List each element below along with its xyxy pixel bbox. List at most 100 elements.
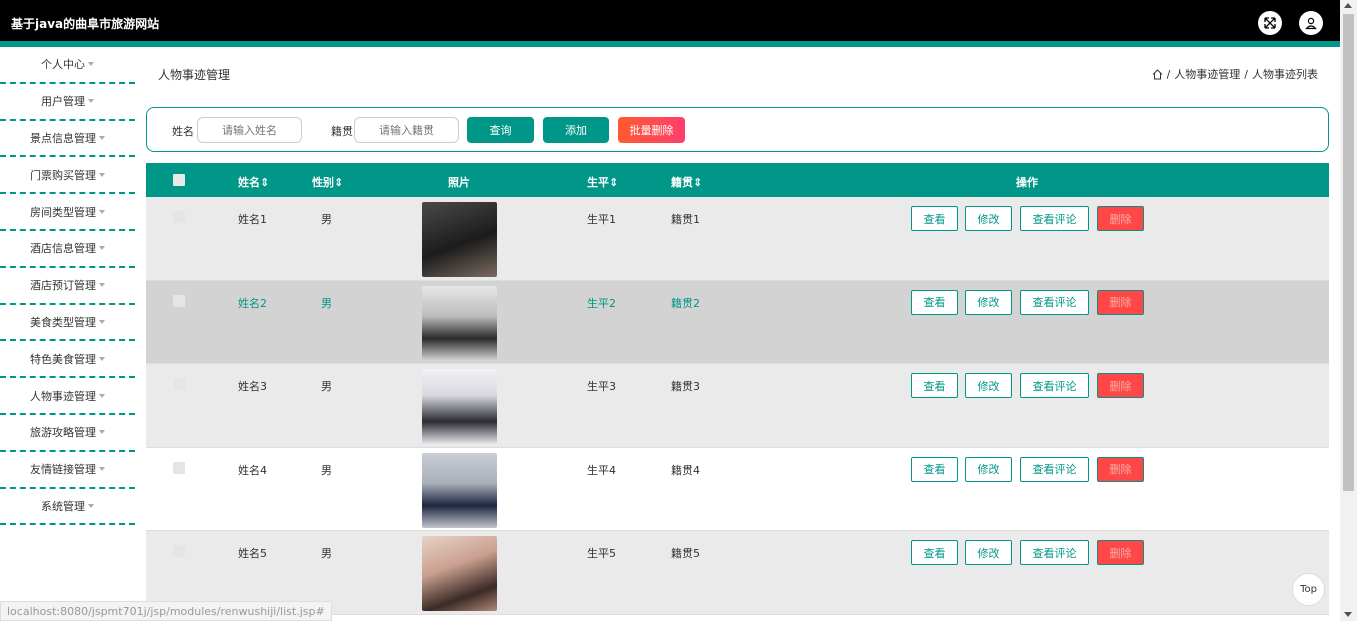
caret-down-icon	[99, 209, 105, 214]
row-checkbox[interactable]	[173, 461, 185, 474]
person-photo	[422, 202, 497, 277]
edit-button[interactable]: 修改	[965, 373, 1012, 399]
scroll-down-icon[interactable]	[1344, 612, 1352, 617]
view-button[interactable]: 查看	[911, 540, 958, 566]
table-row: 姓名4 男 生平4 籍贯4 查看 修改 查看评论 删除	[146, 447, 1329, 532]
sort-icon: ⇕	[693, 176, 703, 189]
name-label: 姓名	[172, 125, 194, 138]
sidebar-item-travel-guides[interactable]: 旅游攻略管理	[0, 415, 135, 452]
sidebar-item-figures[interactable]: 人物事迹管理	[0, 378, 135, 415]
batch-delete-button[interactable]: 批量删除	[618, 117, 685, 143]
cell-bio: 生平5	[587, 547, 616, 561]
view-comments-button[interactable]: 查看评论	[1020, 289, 1089, 315]
cell-origin: 籍贯5	[671, 547, 700, 561]
row-checkbox[interactable]	[173, 294, 185, 307]
row-checkbox[interactable]	[173, 211, 185, 223]
sidebar-item-label: 特色美食管理	[30, 352, 96, 366]
name-search-input[interactable]	[197, 117, 302, 143]
view-comments-button[interactable]: 查看评论	[1020, 540, 1089, 566]
query-button[interactable]: 查询	[467, 117, 534, 143]
sidebar-item-links[interactable]: 友情链接管理	[0, 452, 135, 489]
sort-icon: ⇕	[260, 176, 270, 189]
sidebar-item-label: 系统管理	[41, 499, 85, 513]
header-accent-bar	[0, 41, 1340, 47]
delete-button[interactable]: 删除	[1097, 540, 1144, 566]
col-name[interactable]: 姓名⇕	[238, 174, 269, 190]
breadcrumb: / 人物事迹管理 / 人物事迹列表	[1152, 66, 1318, 82]
edit-button[interactable]: 修改	[965, 206, 1012, 231]
delete-button[interactable]: 删除	[1097, 373, 1144, 399]
col-origin[interactable]: 籍贯⇕	[671, 174, 702, 190]
view-comments-button[interactable]: 查看评论	[1020, 373, 1089, 399]
view-comments-button[interactable]: 查看评论	[1020, 456, 1089, 482]
table-row: 姓名3 男 生平3 籍贯3 查看 修改 查看评论 删除	[146, 364, 1329, 448]
col-name-label: 姓名	[238, 176, 260, 189]
view-button[interactable]: 查看	[911, 289, 958, 315]
sidebar-item-food-types[interactable]: 美食类型管理	[0, 305, 135, 342]
col-bio[interactable]: 生平⇕	[587, 174, 618, 190]
sidebar-item-scenic[interactable]: 景点信息管理	[0, 121, 135, 158]
figures-table: 姓名⇕ 性别⇕ 照片 生平⇕ 籍贯⇕ 操作 姓名1 男 生平1 籍贯1 查看 修…	[146, 163, 1329, 615]
cell-gender: 男	[321, 463, 332, 477]
scroll-thumb[interactable]	[1343, 14, 1354, 491]
sidebar-item-label: 酒店预订管理	[30, 279, 96, 293]
page-header: 人物事迹管理 / 人物事迹管理 / 人物事迹列表	[158, 66, 1318, 83]
sidebar-item-hotels[interactable]: 酒店信息管理	[0, 231, 135, 268]
origin-search-input[interactable]	[354, 117, 459, 143]
cell-gender: 男	[321, 213, 332, 226]
cell-name: 姓名3	[238, 380, 267, 394]
view-button[interactable]: 查看	[911, 373, 958, 399]
home-icon[interactable]	[1152, 68, 1163, 80]
edit-button[interactable]: 修改	[965, 456, 1012, 482]
cell-origin: 籍贯2	[671, 296, 700, 310]
col-photo: 照片	[448, 176, 470, 189]
cell-name: 姓名2	[238, 296, 267, 310]
cell-bio: 生平4	[587, 463, 616, 477]
edit-button[interactable]: 修改	[965, 289, 1012, 315]
sort-icon: ⇕	[334, 176, 344, 189]
sidebar-item-specialty-food[interactable]: 特色美食管理	[0, 341, 135, 379]
sidebar-item-label: 房间类型管理	[30, 205, 96, 219]
sidebar-item-label: 个人中心	[41, 58, 85, 72]
view-button[interactable]: 查看	[911, 456, 958, 482]
sidebar-item-hotel-booking[interactable]: 酒店预订管理	[0, 268, 135, 305]
sidebar-item-tickets[interactable]: 门票购买管理	[0, 157, 135, 195]
col-bio-label: 生平	[587, 176, 609, 189]
sidebar-item-room-types[interactable]: 房间类型管理	[0, 194, 135, 231]
cell-name: 姓名4	[238, 463, 267, 477]
person-photo	[422, 452, 497, 528]
col-gender[interactable]: 性别⇕	[312, 174, 343, 190]
edit-button[interactable]: 修改	[965, 540, 1012, 566]
add-button[interactable]: 添加	[543, 117, 609, 143]
sidebar-item-users[interactable]: 用户管理	[0, 84, 135, 121]
scroll-up-icon[interactable]	[1344, 3, 1352, 8]
delete-button[interactable]: 删除	[1097, 289, 1144, 315]
cell-origin: 籍贯3	[671, 380, 700, 394]
breadcrumb-level1[interactable]: 人物事迹管理	[1174, 66, 1240, 82]
caret-down-icon	[88, 62, 94, 67]
user-icon[interactable]	[1299, 11, 1323, 35]
caret-down-icon	[88, 99, 94, 104]
delete-button[interactable]: 删除	[1097, 456, 1144, 482]
person-photo	[422, 369, 497, 445]
cell-origin: 籍贯1	[671, 213, 700, 226]
view-button[interactable]: 查看	[911, 206, 958, 231]
caret-down-icon	[99, 430, 105, 435]
delete-button[interactable]: 删除	[1097, 206, 1144, 231]
cell-name: 姓名5	[238, 547, 267, 561]
page-scrollbar[interactable]	[1340, 0, 1357, 621]
caret-down-icon	[88, 503, 94, 508]
select-all-checkbox[interactable]	[173, 174, 185, 186]
view-comments-button[interactable]: 查看评论	[1020, 206, 1089, 231]
row-checkbox[interactable]	[173, 378, 185, 391]
person-photo	[422, 285, 497, 361]
back-to-top-button[interactable]: Top	[1292, 573, 1325, 606]
table-header: 姓名⇕ 性别⇕ 照片 生平⇕ 籍贯⇕ 操作	[146, 163, 1329, 197]
sidebar-item-system[interactable]: 系统管理	[0, 489, 135, 526]
fullscreen-icon[interactable]	[1258, 11, 1282, 35]
row-checkbox[interactable]	[173, 545, 185, 558]
caret-down-icon	[99, 467, 105, 472]
sidebar-item-personal-center[interactable]: 个人中心	[0, 47, 135, 84]
cell-name: 姓名1	[238, 213, 267, 226]
caret-down-icon	[99, 283, 105, 288]
